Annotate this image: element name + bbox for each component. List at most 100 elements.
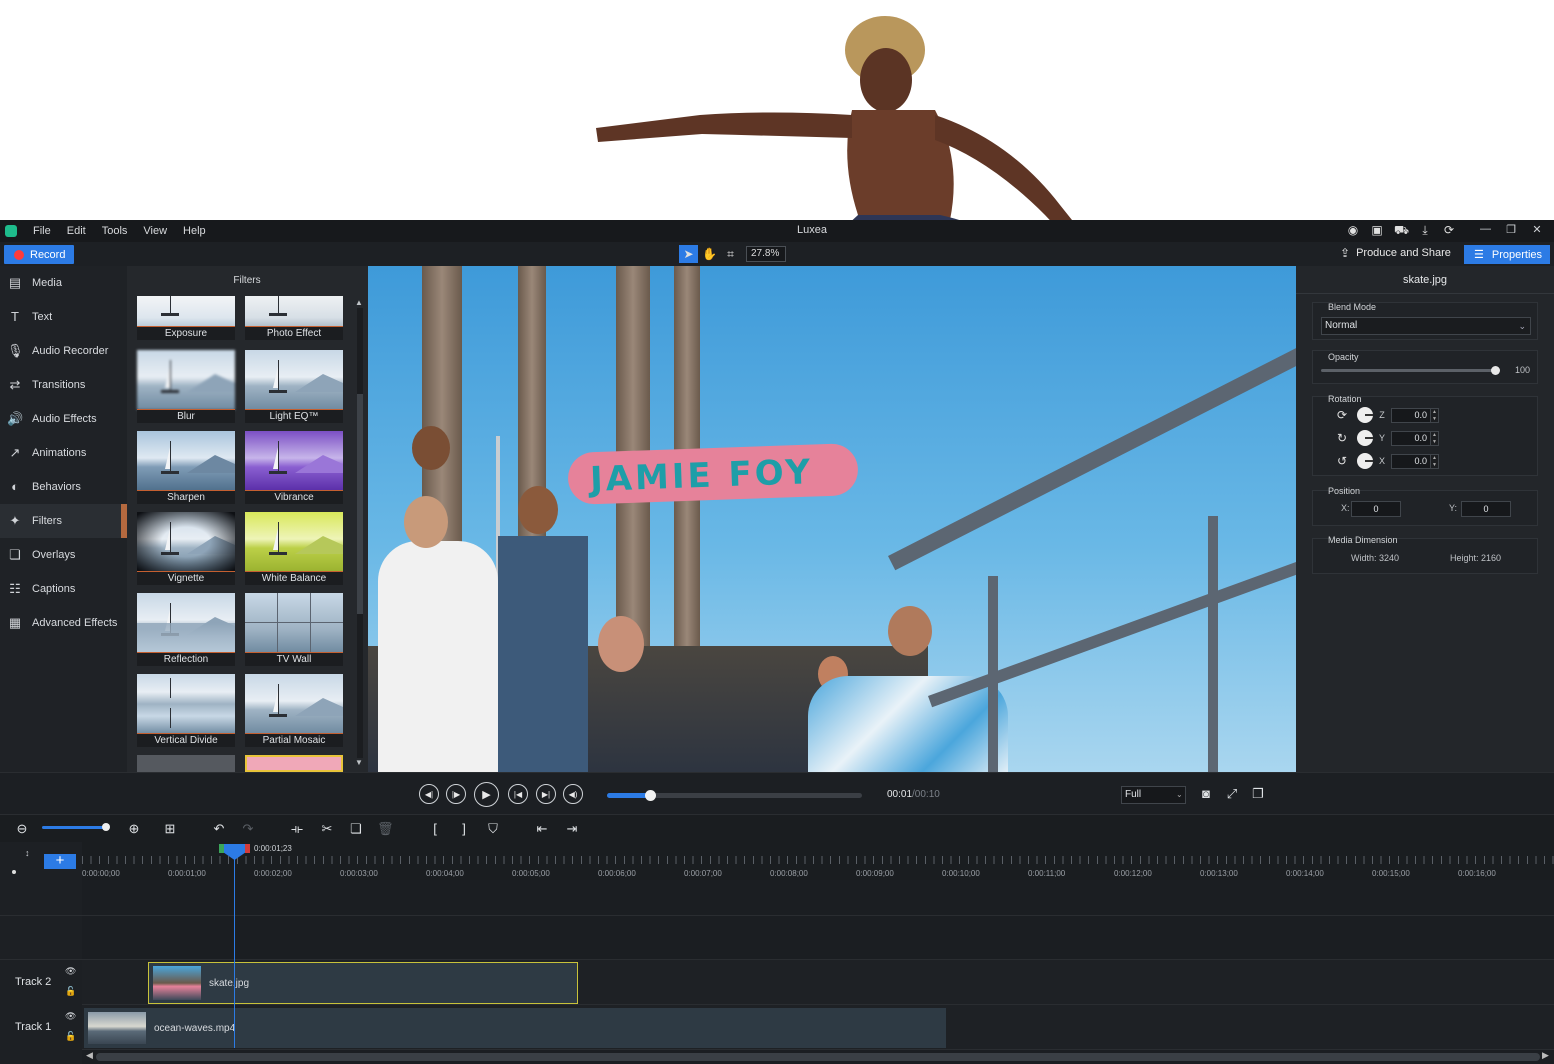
stepper-icon[interactable]: ▲ ▼ — [1431, 430, 1439, 446]
delete-trash-icon[interactable]: 🗑 — [377, 821, 394, 837]
account-icon[interactable]: ◉ — [1346, 223, 1360, 237]
clip-ocean-waves[interactable]: ocean-waves.mp4 — [84, 1008, 946, 1048]
record-button[interactable]: Record — [4, 245, 74, 264]
rotation-dial[interactable] — [1357, 453, 1373, 469]
zoom-out-icon[interactable]: ⊖ — [14, 821, 30, 837]
mark-in-icon[interactable]: [ — [427, 821, 443, 837]
progress-knob[interactable] — [645, 790, 657, 801]
undock-window-icon[interactable]: ❐ — [1250, 786, 1266, 802]
timeline-zoom-slider[interactable] — [42, 826, 108, 829]
filter-tile-blur[interactable]: Blur — [137, 350, 235, 423]
filter-tile-sharpen[interactable]: Sharpen — [137, 431, 235, 504]
download-icon[interactable]: ⤓ — [1418, 223, 1432, 237]
filter-tile-light-eq[interactable]: Light EQ™ — [245, 350, 343, 423]
sidebar-item-transitions[interactable]: ⇄ Transitions — [0, 368, 127, 402]
scroll-down-icon[interactable]: ▼ — [355, 758, 363, 767]
sidebar-item-media[interactable]: ▤ Media — [0, 266, 127, 300]
filters-scrollbar[interactable]: ▲ ▼ — [355, 298, 363, 768]
undo-icon[interactable]: ↶ — [211, 821, 227, 837]
filter-tile-photo-effect[interactable]: Photo Effect — [245, 296, 343, 340]
scroll-thumb[interactable] — [357, 394, 363, 614]
filter-tile-partial[interactable] — [137, 755, 235, 772]
rotation-dial[interactable] — [1357, 430, 1373, 446]
opacity-slider-knob[interactable] — [1491, 366, 1500, 375]
position-x-input[interactable]: 0 — [1351, 501, 1401, 517]
skip-end-icon[interactable]: ▶| — [536, 784, 556, 804]
resize-tracks-icon[interactable]: ↕ — [25, 848, 30, 858]
step-forward-icon[interactable]: |▶ — [446, 784, 466, 804]
rotation-z-input[interactable]: 0.0 — [1391, 407, 1431, 423]
menu-tools[interactable]: Tools — [94, 225, 136, 237]
sidebar-item-audio-effects[interactable]: 🔊 Audio Effects — [0, 402, 127, 436]
snapshot-camera-icon[interactable]: ◙ — [1198, 786, 1214, 802]
sidebar-item-filters[interactable]: ✦ Filters — [0, 504, 127, 538]
clip-skate[interactable]: skate.jpg — [148, 962, 578, 1004]
position-y-input[interactable]: 0 — [1461, 501, 1511, 517]
rotation-dial[interactable] — [1357, 407, 1373, 423]
cut-scissors-icon[interactable]: ✂ — [319, 821, 335, 837]
filter-tile-reflection[interactable]: Reflection — [137, 593, 235, 666]
preview-quality-select[interactable]: Full ⌄ — [1121, 786, 1186, 804]
blend-mode-select[interactable]: Normal ⌄ — [1321, 317, 1531, 335]
timeline-zoom-knob[interactable] — [102, 823, 110, 831]
menu-view[interactable]: View — [135, 225, 175, 237]
scroll-up-icon[interactable]: ▲ — [355, 298, 363, 307]
add-track-button[interactable]: + — [44, 853, 76, 869]
sidebar-item-behaviors[interactable]: ◐ Behaviors — [0, 470, 127, 504]
opacity-slider[interactable] — [1321, 369, 1499, 372]
crop-icon[interactable]: ⌗ — [721, 245, 740, 263]
timeline-ruler[interactable]: 0:00:00;00 0:00:01;00 0:00:02;00 0:00:03;00… — [82, 842, 1554, 880]
menu-file[interactable]: File — [25, 225, 59, 237]
in-point-marker[interactable] — [219, 844, 224, 853]
zoom-level-field[interactable]: 27.8% — [746, 246, 786, 262]
lock-icon[interactable]: 🔓 — [65, 1031, 76, 1042]
sidebar-item-advanced-effects[interactable]: ▦ Advanced Effects — [0, 606, 127, 640]
lock-icon[interactable]: 🔓 — [65, 986, 76, 997]
close-icon[interactable]: ✕ — [1532, 223, 1542, 236]
stepper-icon[interactable]: ▲ ▼ — [1431, 453, 1439, 469]
fit-timeline-icon[interactable]: ⊞ — [162, 821, 178, 837]
zoom-in-icon[interactable]: ⊕ — [126, 821, 142, 837]
menu-help[interactable]: Help — [175, 225, 214, 237]
redo-icon[interactable]: ↷ — [240, 821, 256, 837]
stepper-icon[interactable]: ▲ ▼ — [1431, 407, 1439, 423]
go-to-end-icon[interactable]: ⇥ — [564, 821, 580, 837]
volume-icon[interactable]: ◀) — [563, 784, 583, 804]
eye-icon[interactable]: 👁 — [65, 1011, 76, 1022]
track-lane-empty[interactable] — [82, 880, 1554, 916]
sidebar-item-animations[interactable]: ↗ Animations — [0, 436, 127, 470]
scroll-left-icon[interactable]: ◀ — [86, 1050, 93, 1061]
filter-tile-tv-wall[interactable]: TV Wall — [245, 593, 343, 666]
out-point-marker[interactable] — [245, 844, 250, 853]
sync-icon[interactable]: ⟳ — [1442, 223, 1456, 237]
rotation-x-input[interactable]: 0.0 — [1391, 453, 1431, 469]
sidebar-item-captions[interactable]: ☷ Captions — [0, 572, 127, 606]
filter-tile-partial[interactable] — [245, 755, 343, 772]
filter-tile-white-balance[interactable]: White Balance — [245, 512, 343, 585]
video-preview[interactable]: JAMIE FOY — [368, 266, 1296, 772]
cart-icon[interactable]: ⛟ — [1394, 223, 1409, 237]
filter-tile-exposure[interactable]: Exposure — [137, 296, 235, 340]
select-pointer-icon[interactable]: ➤ — [679, 245, 698, 263]
restore-icon[interactable]: ❐ — [1506, 223, 1516, 236]
hand-pan-icon[interactable]: ✋ — [700, 245, 719, 263]
marker-icon[interactable]: ⛉ — [485, 821, 501, 837]
mark-out-icon[interactable]: ] — [456, 821, 472, 837]
split-icon[interactable]: ⟛ — [289, 821, 305, 837]
filter-tile-vibrance[interactable]: Vibrance — [245, 431, 343, 504]
fullscreen-icon[interactable]: ⤢ — [1224, 786, 1240, 802]
filter-tile-vignette[interactable]: Vignette — [137, 512, 235, 585]
rotation-y-input[interactable]: 0.0 — [1391, 430, 1431, 446]
skip-start-icon[interactable]: |◀ — [508, 784, 528, 804]
playback-progress[interactable] — [607, 790, 862, 801]
properties-button[interactable]: ☰ Properties — [1464, 245, 1550, 264]
go-to-start-icon[interactable]: ⇤ — [534, 821, 550, 837]
sidebar-item-audio-recorder[interactable]: 🎙 Audio Recorder — [0, 334, 127, 368]
sidebar-item-text[interactable]: T Text — [0, 300, 127, 334]
save-icon[interactable]: ▣ — [1370, 223, 1384, 237]
produce-share-button[interactable]: ⇪ Produce and Share — [1340, 246, 1451, 260]
track-lane-empty[interactable] — [82, 916, 1554, 960]
minimize-icon[interactable]: — — [1480, 223, 1491, 236]
filter-tile-partial-mosaic[interactable]: Partial Mosaic — [245, 674, 343, 747]
menu-edit[interactable]: Edit — [59, 225, 94, 237]
